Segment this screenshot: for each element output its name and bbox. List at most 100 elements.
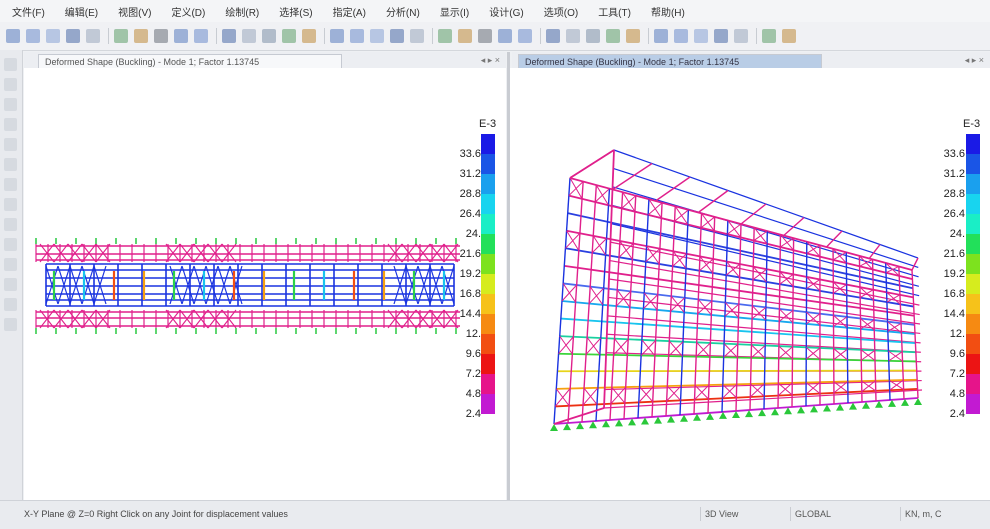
legend-color-swatch [966,314,980,334]
legend-color-swatch [966,174,980,194]
toolbar-tool-icon[interactable] [518,29,532,43]
menu-item[interactable]: 选项(O) [544,4,578,19]
toolbar-tool-icon[interactable] [66,29,80,43]
legend-color-swatch [966,214,980,234]
toolbar [0,22,990,51]
side-tool-icon[interactable] [4,98,17,111]
legend-value-label: 24. [447,228,481,240]
menu-item[interactable]: 分析(N) [386,4,420,19]
toolbar-tool-icon[interactable] [586,29,600,43]
toolbar-tool-icon[interactable] [114,29,128,43]
toolbar-tool-icon[interactable] [302,29,316,43]
legend-value-label: 19.2 [447,268,481,280]
toolbar-tool-icon[interactable] [410,29,424,43]
tab-left-view[interactable]: Deformed Shape (Buckling) - Mode 1; Fact… [38,54,342,69]
menu-item[interactable]: 显示(I) [440,4,469,19]
left-tab-controls[interactable]: ◂ ▸ × [481,55,500,66]
toolbar-tool-icon[interactable] [546,29,560,43]
side-tool-icon[interactable] [4,298,17,311]
toolbar-tool-icon[interactable] [626,29,640,43]
side-tool-icon[interactable] [4,198,17,211]
menu-item[interactable]: 定义(D) [171,4,205,19]
toolbar-tool-icon[interactable] [350,29,364,43]
menu-item[interactable]: 视图(V) [118,4,151,19]
side-tool-icon[interactable] [4,178,17,191]
menu-bar: 文件(F) 编辑(E) 视图(V) 定义(D) 绘制(R) 选择(S) 指定(A) 分析(N)… [0,0,990,22]
status-units-field[interactable]: KN, m, C [900,507,946,521]
menu-item[interactable]: 选择(S) [279,4,312,19]
menu-item[interactable]: 工具(T) [598,4,631,19]
toolbar-tool-icon[interactable] [458,29,472,43]
toolbar-tool-icon[interactable] [606,29,620,43]
plan-view-viewport[interactable]: E-3 33.631.228.826.424.21.619.216.814.41… [24,68,506,500]
status-view-field[interactable]: 3D View [700,507,742,521]
toolbar-tool-icon[interactable] [370,29,384,43]
3d-view-viewport[interactable]: E-3 33.631.228.826.424.21.619.216.814.41… [510,68,990,500]
legend-color-swatch [481,194,495,214]
toolbar-tool-icon[interactable] [762,29,776,43]
legend-color-swatch [966,154,980,174]
toolbar-tool-icon[interactable] [154,29,168,43]
toolbar-tool-icon[interactable] [194,29,208,43]
side-tool-icon[interactable] [4,278,17,291]
toolbar-tool-icon[interactable] [26,29,40,43]
side-tool-icon[interactable] [4,218,17,231]
left-legend-exponent: E-3 [479,118,496,130]
toolbar-tool-icon[interactable] [174,29,188,43]
legend-value-label: 19.2 [931,268,965,280]
legend-value-label: 9.6 [931,348,965,360]
legend-color-swatch [481,214,495,234]
toolbar-tool-icon[interactable] [222,29,236,43]
toolbar-tool-icon[interactable] [734,29,748,43]
tab-right-view[interactable]: Deformed Shape (Buckling) - Mode 1; Fact… [518,54,822,69]
menu-item[interactable]: 绘制(R) [225,4,259,19]
toolbar-tool-icon[interactable] [654,29,668,43]
toolbar-tool-icon[interactable] [282,29,296,43]
status-coord-field[interactable]: GLOBAL [790,507,835,521]
menu-item[interactable]: 设计(G) [489,4,523,19]
toolbar-tool-icon[interactable] [134,29,148,43]
side-tool-icon[interactable] [4,58,17,71]
legend-value-label: 4.8 [931,388,965,400]
legend-color-swatch [481,274,495,294]
side-tool-icon[interactable] [4,258,17,271]
right-tab-controls[interactable]: ◂ ▸ × [965,55,984,66]
toolbar-tool-icon[interactable] [782,29,796,43]
side-tool-icon[interactable] [4,138,17,151]
side-tool-icon[interactable] [4,318,17,331]
toolbar-tool-icon[interactable] [498,29,512,43]
toolbar-tool-icon[interactable] [330,29,344,43]
legend-value-label: 7.2 [447,368,481,380]
toolbar-tool-icon[interactable] [478,29,492,43]
legend-color-swatch [966,334,980,354]
menu-item[interactable]: 编辑(E) [65,4,98,19]
toolbar-tool-icon[interactable] [242,29,256,43]
toolbar-tool-icon[interactable] [6,29,20,43]
toolbar-tool-icon[interactable] [714,29,728,43]
legend-value-label: 21.6 [931,248,965,260]
toolbar-tool-icon[interactable] [694,29,708,43]
legend-value-label: 28.8 [931,188,965,200]
side-tool-icon[interactable] [4,158,17,171]
side-tool-icon[interactable] [4,238,17,251]
toolbar-tool-icon[interactable] [262,29,276,43]
legend-value-label: 2.4 [931,408,965,420]
legend-color-swatch [481,234,495,254]
3d-view-model [510,68,990,500]
side-tool-icon[interactable] [4,118,17,131]
legend-value-label: 33.6 [931,148,965,160]
legend-color-swatch [966,374,980,394]
menu-item[interactable]: 文件(F) [12,4,45,19]
legend-color-swatch [966,234,980,254]
toolbar-tool-icon[interactable] [390,29,404,43]
side-toolbar [0,50,23,500]
toolbar-tool-icon[interactable] [46,29,60,43]
toolbar-tool-icon[interactable] [566,29,580,43]
menu-item[interactable]: 指定(A) [333,4,366,19]
toolbar-tool-icon[interactable] [438,29,452,43]
toolbar-tool-icon[interactable] [86,29,100,43]
side-tool-icon[interactable] [4,78,17,91]
menu-item[interactable]: 帮助(H) [651,4,685,19]
toolbar-tool-icon[interactable] [674,29,688,43]
legend-color-swatch [481,294,495,314]
